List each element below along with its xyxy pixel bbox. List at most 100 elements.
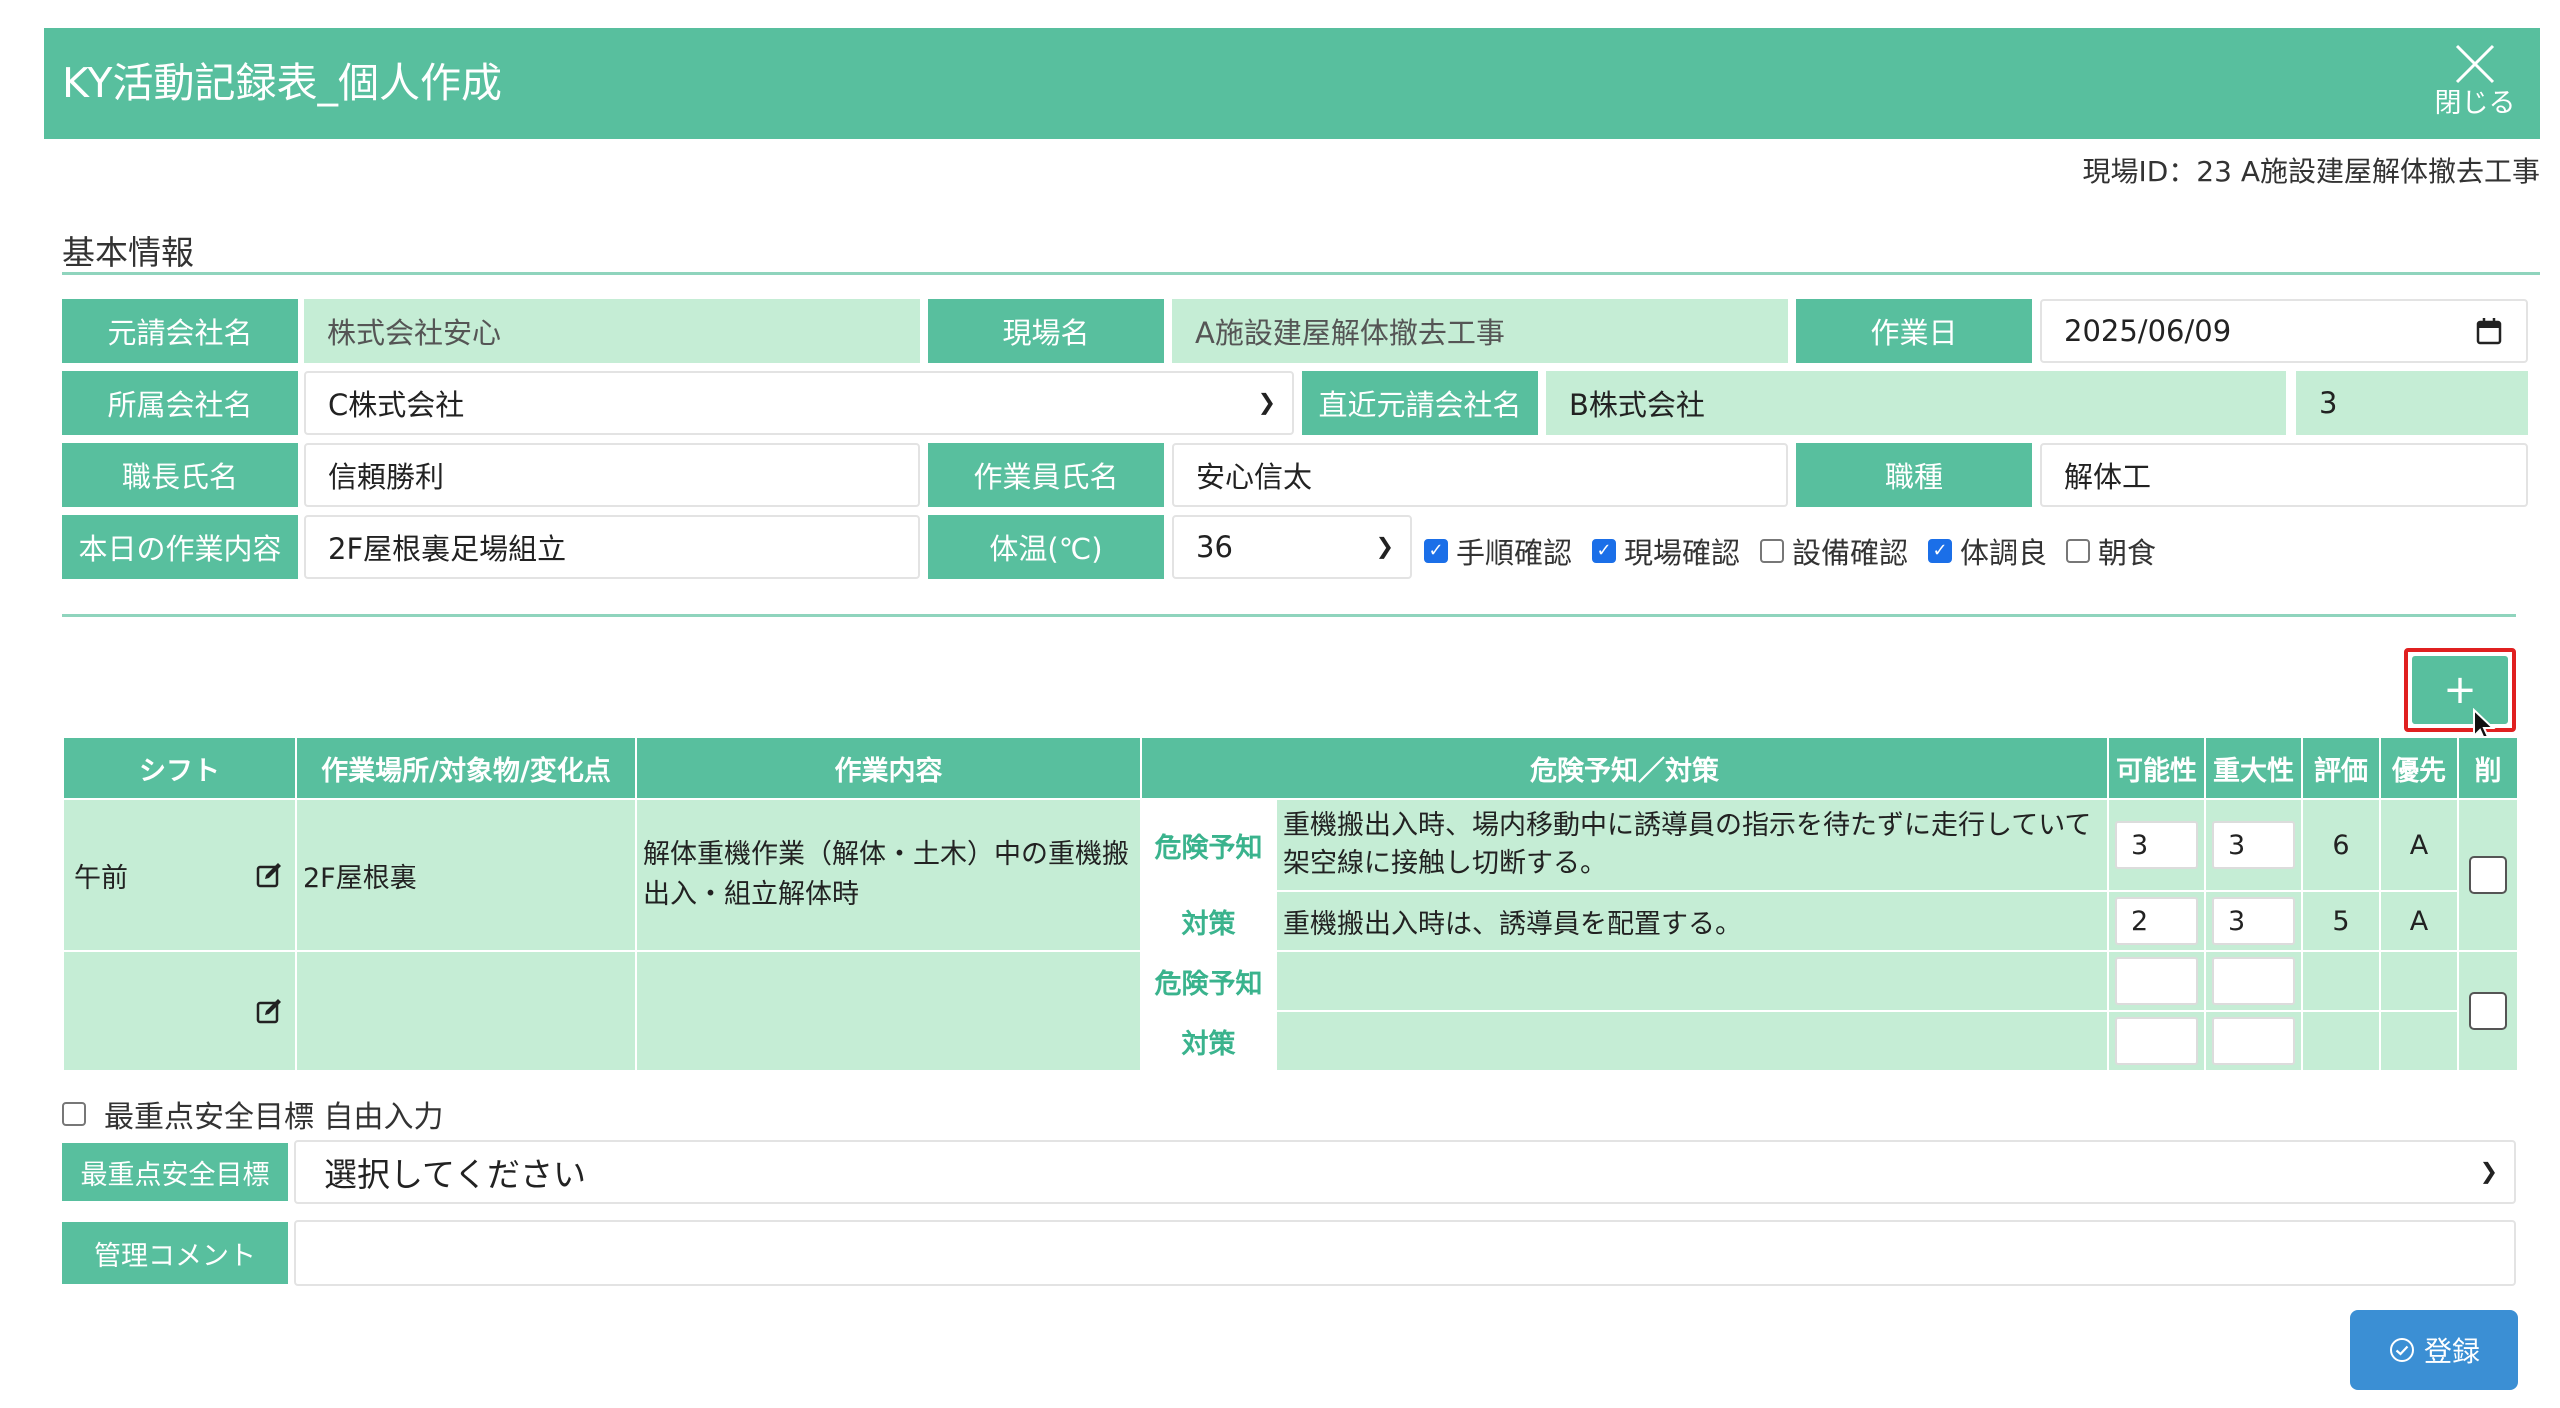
measure-severity-input[interactable] bbox=[2212, 1017, 2295, 1065]
company-value: C株式会社 bbox=[328, 388, 465, 422]
occupation-input[interactable]: 解体工 bbox=[2040, 443, 2528, 507]
measure-evaluation bbox=[2301, 1010, 2381, 1072]
free-input-label: 最重点安全目標 自由入力 bbox=[104, 1100, 444, 1135]
site-id-text: 現場ID：23 A施設建屋解体撤去工事 bbox=[2082, 155, 2540, 188]
safety-goal-placeholder: 選択してください bbox=[324, 1155, 587, 1194]
delete-cell bbox=[2457, 798, 2519, 952]
divider bbox=[62, 614, 2516, 617]
measure-possibility-input[interactable] bbox=[2115, 1017, 2198, 1065]
today-work-input[interactable]: 2F屋根裏足場組立 bbox=[304, 515, 920, 579]
measure-text: 重機搬出入時は、誘導員を配置する。 bbox=[1275, 890, 2109, 952]
checkbox-procedure[interactable] bbox=[1424, 539, 1448, 563]
header-risk: 危険予知／対策 bbox=[1140, 736, 2109, 800]
prime-contractor-field: 株式会社安心 bbox=[304, 299, 920, 363]
free-input-checkbox[interactable] bbox=[62, 1102, 86, 1126]
worker-input[interactable]: 安心信太 bbox=[1172, 443, 1788, 507]
header-evaluation: 評価 bbox=[2301, 736, 2381, 800]
worker-label: 作業員氏名 bbox=[928, 443, 1164, 507]
register-label: 登録 bbox=[2423, 1335, 2480, 1368]
measure-severity-cell: 3 bbox=[2204, 890, 2303, 952]
work-date-input[interactable]: 2025/06/09 bbox=[2040, 299, 2528, 363]
risk-severity-cell bbox=[2204, 950, 2303, 1012]
table-header-row: シフト 作業場所/対象物/変化点 作業内容 危険予知／対策 可能性 重大性 評価… bbox=[62, 736, 2519, 800]
free-input-toggle[interactable]: 最重点安全目標 自由入力 bbox=[62, 1092, 444, 1136]
check-circle-icon bbox=[2389, 1338, 2414, 1362]
header-content: 作業内容 bbox=[635, 736, 1142, 800]
add-row-button[interactable]: + bbox=[2404, 648, 2516, 732]
check-health-label: 体調良 bbox=[1960, 536, 2048, 570]
checkbox-equipment[interactable] bbox=[1760, 539, 1784, 563]
measure-possibility-cell: 2 bbox=[2107, 890, 2206, 952]
management-comment-label: 管理コメント bbox=[62, 1222, 288, 1284]
check-breakfast[interactable]: 朝食 bbox=[2066, 530, 2156, 572]
temperature-select[interactable]: 36 ❯ bbox=[1172, 515, 1412, 579]
check-site[interactable]: 現場確認 bbox=[1592, 530, 1740, 572]
occupation-label: 職種 bbox=[1796, 443, 2032, 507]
checkbox-site[interactable] bbox=[1592, 539, 1616, 563]
table-row: 危険予知 bbox=[62, 950, 2519, 1072]
check-equipment-label: 設備確認 bbox=[1792, 536, 1909, 570]
risk-table: シフト 作業場所/対象物/変化点 作業内容 危険予知／対策 可能性 重大性 評価… bbox=[62, 736, 2519, 1072]
risk-evaluation bbox=[2301, 950, 2381, 1012]
edit-icon[interactable] bbox=[255, 997, 283, 1025]
delete-checkbox[interactable] bbox=[2469, 856, 2507, 894]
risk-priority: A bbox=[2379, 798, 2459, 892]
calendar-icon[interactable] bbox=[2476, 317, 2502, 345]
header-delete: 削 bbox=[2457, 736, 2519, 800]
check-health[interactable]: 体調良 bbox=[1928, 530, 2047, 572]
measure-severity-cell bbox=[2204, 1010, 2303, 1072]
edit-icon[interactable] bbox=[255, 861, 283, 889]
chevron-down-icon: ❯ bbox=[2479, 1159, 2498, 1185]
temperature-value: 36 bbox=[1196, 530, 1233, 564]
measure-tag: 対策 bbox=[1140, 890, 1277, 952]
risk-tag: 危険予知 bbox=[1140, 798, 1277, 892]
direct-contractor-label: 直近元請会社名 bbox=[1302, 371, 1538, 435]
foreman-input[interactable]: 信頼勝利 bbox=[304, 443, 920, 507]
today-work-label: 本日の作業内容 bbox=[62, 515, 298, 579]
chevron-down-icon: ❯ bbox=[1375, 534, 1394, 560]
shift-cell bbox=[62, 950, 297, 1072]
measure-priority: A bbox=[2379, 890, 2459, 952]
safety-goal-select[interactable]: 選択してください ❯ bbox=[294, 1140, 2516, 1204]
temperature-label: 体温(℃) bbox=[928, 515, 1164, 579]
delete-checkbox[interactable] bbox=[2469, 992, 2507, 1030]
check-procedure[interactable]: 手順確認 bbox=[1424, 530, 1572, 572]
risk-severity-input[interactable] bbox=[2212, 957, 2295, 1005]
modal-title: KY活動記録表_個人作成 bbox=[62, 59, 502, 107]
measure-evaluation: 5 bbox=[2301, 890, 2381, 952]
risk-severity-input[interactable]: 3 bbox=[2212, 821, 2295, 869]
content-cell: 解体重機作業（解体・土木）中の重機搬出入・組立解体時 bbox=[635, 798, 1142, 952]
risk-priority bbox=[2379, 950, 2459, 1012]
risk-possibility-input[interactable] bbox=[2115, 957, 2198, 1005]
measure-possibility-input[interactable]: 2 bbox=[2115, 897, 2198, 945]
shift-cell: 午前 bbox=[62, 798, 297, 952]
close-button[interactable]: 閉じる bbox=[2420, 34, 2530, 130]
measure-possibility-cell bbox=[2107, 1010, 2206, 1072]
register-button[interactable]: 登録 bbox=[2350, 1310, 2518, 1390]
measure-text bbox=[1275, 1010, 2109, 1072]
check-breakfast-label: 朝食 bbox=[2098, 536, 2157, 570]
content-cell bbox=[635, 950, 1142, 1072]
site-name-label: 現場名 bbox=[928, 299, 1164, 363]
work-date-label: 作業日 bbox=[1796, 299, 2032, 363]
risk-text bbox=[1275, 950, 2109, 1012]
header-shift: シフト bbox=[62, 736, 297, 800]
header-possibility: 可能性 bbox=[2107, 736, 2206, 800]
check-equipment[interactable]: 設備確認 bbox=[1760, 530, 1908, 572]
prime-contractor-label: 元請会社名 bbox=[62, 299, 298, 363]
check-procedure-label: 手順確認 bbox=[1456, 536, 1573, 570]
chevron-down-icon: ❯ bbox=[1257, 390, 1276, 416]
place-cell: 2F屋根裏 bbox=[295, 798, 637, 952]
risk-evaluation: 6 bbox=[2301, 798, 2381, 892]
company-select[interactable]: C株式会社 ❯ bbox=[304, 371, 1294, 435]
management-comment-input[interactable] bbox=[294, 1220, 2516, 1286]
measure-severity-input[interactable]: 3 bbox=[2212, 897, 2295, 945]
checkbox-breakfast[interactable] bbox=[2066, 539, 2090, 563]
header-severity: 重大性 bbox=[2204, 736, 2303, 800]
risk-possibility-input[interactable]: 3 bbox=[2115, 821, 2198, 869]
header-priority: 優先 bbox=[2379, 736, 2459, 800]
section-divider bbox=[62, 272, 2540, 275]
risk-severity-cell: 3 bbox=[2204, 798, 2303, 892]
check-site-label: 現場確認 bbox=[1624, 536, 1741, 570]
checkbox-health[interactable] bbox=[1928, 539, 1952, 563]
